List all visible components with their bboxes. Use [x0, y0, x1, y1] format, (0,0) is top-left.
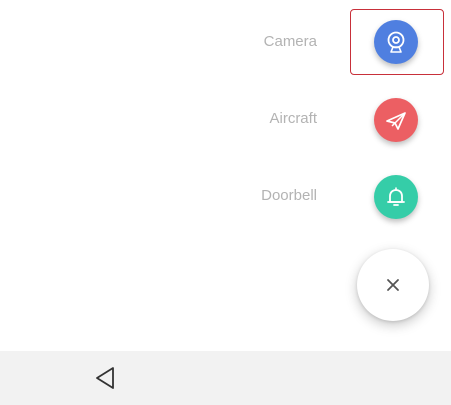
- close-icon: [386, 278, 400, 292]
- bell-icon: [383, 184, 409, 210]
- doorbell-label: Doorbell: [261, 187, 317, 204]
- close-speed-dial-button[interactable]: [357, 249, 429, 321]
- aircraft-label: Aircraft: [269, 110, 317, 127]
- camera-button[interactable]: [374, 20, 418, 64]
- back-triangle-icon: [94, 366, 116, 390]
- navigation-bar: [0, 351, 451, 405]
- aircraft-button[interactable]: [374, 98, 418, 142]
- webcam-icon: [383, 29, 409, 55]
- paper-plane-icon: [383, 107, 409, 133]
- doorbell-button[interactable]: [374, 175, 418, 219]
- back-button[interactable]: [92, 365, 118, 391]
- camera-label: Camera: [263, 33, 317, 50]
